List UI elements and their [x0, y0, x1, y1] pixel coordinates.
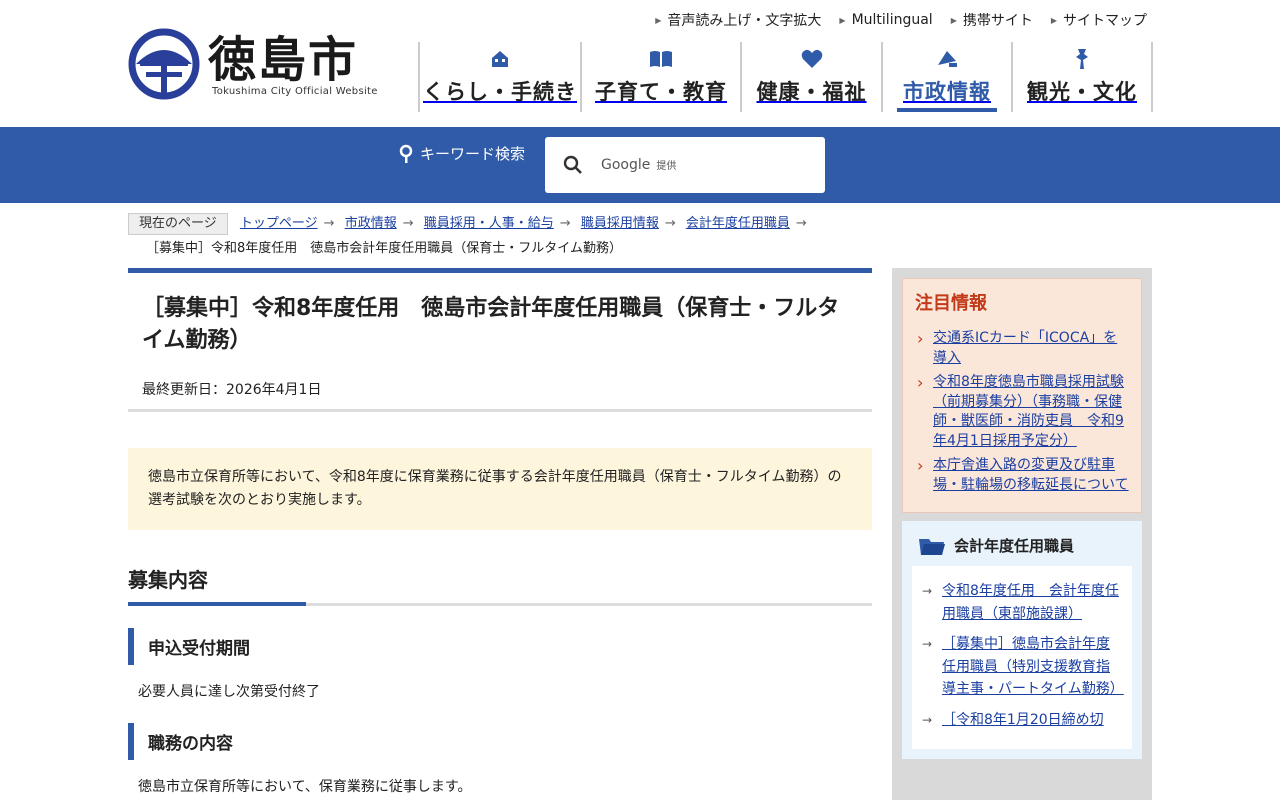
search-band: キーワード検索 Google 提供 [0, 127, 1280, 203]
duties-text: 徳島市立保育所等において、保育業務に従事します。 [138, 779, 472, 795]
nav-kurashi[interactable]: くらし・手続き [418, 42, 580, 112]
related-link-1[interactable]: 令和8年度任用 会計年度任用職員（東部施設課） [942, 583, 1119, 622]
breadcrumb-link-shisei[interactable]: 市政情報 [345, 216, 397, 231]
related-box: 会計年度任用職員 令和8年度任用 会計年度任用職員（東部施設課） ［募集中］徳島… [902, 521, 1142, 759]
list-item: ［令和8年1月20日締め切 [922, 709, 1122, 732]
breadcrumb-link-saiyo-info[interactable]: 職員採用情報 [581, 216, 659, 231]
search-pin-icon [399, 144, 413, 163]
folder-icon [919, 538, 945, 555]
main-content: ［募集中］令和8年度任用 徳島市会計年度任用職員（保育士・フルタイム勤務） 最終… [128, 268, 872, 796]
lead-text: 徳島市立保育所等において、令和8年度に保育業務に従事する会計年度任用職員（保育士… [128, 448, 872, 530]
house-icon [490, 48, 510, 70]
book-icon [649, 48, 673, 70]
subheading-period: 申込受付期間 [128, 628, 872, 665]
logo-name: 徳島市 [208, 32, 359, 88]
notice-list: 交通系ICカード「ICOCA」を導入 令和8年度徳島市職員採用試験（前期募集分）… [915, 329, 1129, 495]
section-heading-recruitment: 募集内容 [128, 564, 872, 606]
sidebar: 注目情報 交通系ICカード「ICOCA」を導入 令和8年度徳島市職員採用試験（前… [892, 268, 1152, 800]
breadcrumb-link-kaikei[interactable]: 会計年度任用職員 [686, 216, 790, 231]
notice-link-parking[interactable]: 本庁舎進入路の変更及び駐車場・駐輪場の移転延長について [933, 457, 1129, 493]
related-link-3[interactable]: ［令和8年1月20日締め切 [942, 712, 1104, 728]
breadcrumb-current-page: ［募集中］令和8年度任用 徳島市会計年度任用職員（保育士・フルタイム勤務） [146, 241, 623, 256]
arrow-right-icon: → [664, 216, 676, 231]
utility-link-voice[interactable]: ▶ 音声読み上げ・文字拡大 [655, 10, 821, 30]
breadcrumb-current-label: 現在のページ [128, 213, 228, 235]
arrow-right-icon: → [323, 216, 335, 231]
heart-icon [801, 48, 823, 70]
utility-link-multilingual[interactable]: ▶ Multilingual [839, 10, 932, 30]
arrow-right-icon: → [402, 216, 414, 231]
nav-shisei[interactable]: 市政情報 [881, 42, 1011, 112]
nav-kanko[interactable]: 観光・文化 [1011, 42, 1151, 112]
notice-link-exam[interactable]: 令和8年度徳島市職員採用試験（前期募集分）（事務職・保健師・獣医師・消防吏員 令… [933, 374, 1124, 449]
site-logo[interactable]: 徳島市 Tokushima City Official Website [128, 26, 398, 102]
triangle-icon: ▶ [655, 15, 662, 25]
city-emblem-icon [128, 28, 200, 100]
list-item: 本庁舎進入路の変更及び駐車場・駐輪場の移転延長について [915, 456, 1129, 495]
subheading-duties: 職務の内容 [128, 723, 872, 760]
breadcrumb-link-top[interactable]: トップページ [240, 216, 318, 231]
list-item: ［募集中］徳島市会計年度任用職員（特別支援教育指導主事・パートタイム勤務） [922, 633, 1124, 701]
arrow-right-icon: → [559, 216, 571, 231]
notice-box: 注目情報 交通系ICカード「ICOCA」を導入 令和8年度徳島市職員採用試験（前… [902, 278, 1142, 513]
breadcrumb-link-saiyo[interactable]: 職員採用・人事・給与 [424, 216, 554, 231]
search-input[interactable]: Google 提供 [545, 137, 825, 193]
megaphone-icon [935, 48, 959, 70]
nav-kenko[interactable]: 健康・福祉 [740, 42, 881, 112]
last-updated: 最終更新日：2026年4月1日 [142, 382, 322, 398]
list-item: 令和8年度徳島市職員採用試験（前期募集分）（事務職・保健師・獣医師・消防吏員 令… [915, 373, 1129, 451]
related-link-2[interactable]: ［募集中］徳島市会計年度任用職員（特別支援教育指導主事・パートタイム勤務） [942, 636, 1124, 697]
period-text: 必要人員に達し次第受付終了 [138, 684, 320, 700]
notice-title: 注目情報 [915, 293, 987, 314]
keyword-search-label: キーワード検索 [398, 143, 525, 164]
global-nav: くらし・手続き 子育て・教育 健康・福祉 市政情報 観光・文化 [418, 42, 1153, 112]
arrow-right-icon: → [795, 216, 807, 231]
utility-link-sitemap[interactable]: ▶ サイトマップ [1051, 10, 1147, 30]
page-title: ［募集中］令和8年度任用 徳島市会計年度任用職員（保育士・フルタイム勤務） [142, 296, 840, 353]
list-item: 交通系ICカード「ICOCA」を導入 [915, 329, 1129, 368]
notice-link-icoca[interactable]: 交通系ICカード「ICOCA」を導入 [933, 330, 1117, 366]
list-item: 令和8年度任用 会計年度任用職員（東部施設課） [922, 580, 1122, 625]
utility-link-mobile[interactable]: ▶ 携帯サイト [951, 10, 1033, 30]
logo-subtitle: Tokushima City Official Website [212, 86, 378, 97]
triangle-icon: ▶ [839, 15, 846, 25]
search-icon[interactable] [563, 155, 583, 175]
map-pin-icon [1072, 48, 1092, 70]
nav-kosodate[interactable]: 子育て・教育 [580, 42, 740, 112]
related-list: 令和8年度任用 会計年度任用職員（東部施設課） ［募集中］徳島市会計年度任用職員… [912, 566, 1132, 749]
utility-nav: ▶ 音声読み上げ・文字拡大 ▶ Multilingual ▶ 携帯サイト ▶ サイトマッ… [655, 10, 1147, 30]
google-branding: Google 提供 [601, 157, 677, 173]
related-title: 会計年度任用職員 [918, 535, 1132, 556]
title-box: ［募集中］令和8年度任用 徳島市会計年度任用職員（保育士・フルタイム勤務） 最終… [128, 268, 872, 412]
triangle-icon: ▶ [1050, 15, 1057, 25]
triangle-icon: ▶ [950, 15, 957, 25]
breadcrumb: 現在のページ トップページ → 市政情報 → 職員採用・人事・給与 → 職員採用情報 →… [128, 212, 872, 261]
